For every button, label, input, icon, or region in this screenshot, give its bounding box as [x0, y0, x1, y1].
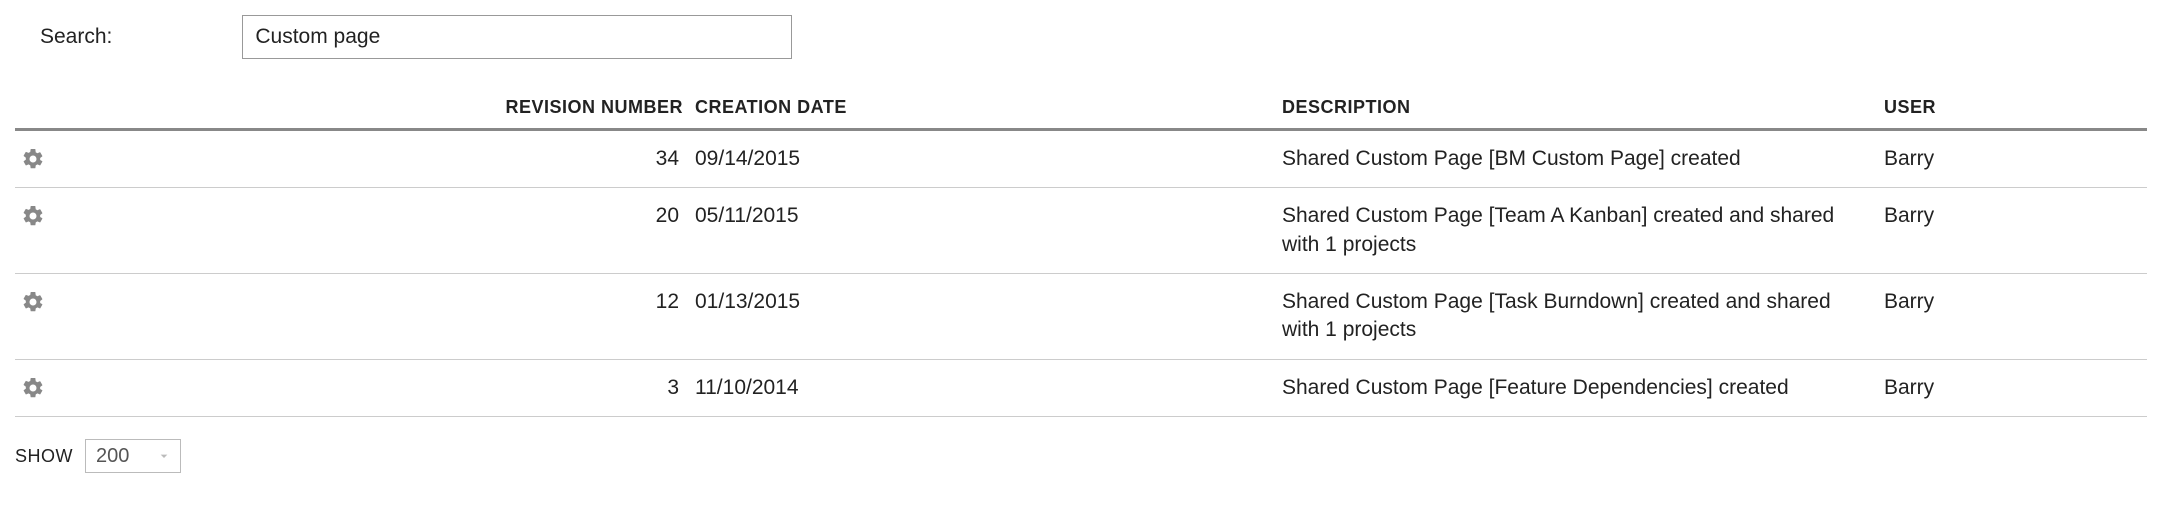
cell-date: 05/11/2015 — [689, 188, 1276, 274]
gear-icon[interactable] — [21, 147, 456, 171]
page-size-value: 200 — [96, 445, 129, 468]
cell-revision: 20 — [462, 188, 689, 274]
table-row: 2005/11/2015Shared Custom Page [Team A K… — [15, 188, 2147, 274]
table-header-row: Revision Number Creation Date Descriptio… — [15, 89, 2147, 130]
table-row: 311/10/2014Shared Custom Page [Feature D… — [15, 359, 2147, 416]
column-header-creation-date[interactable]: Creation Date — [689, 89, 1276, 130]
cell-user: Barry — [1878, 274, 2147, 360]
column-header-revision[interactable]: Revision Number — [462, 89, 689, 130]
cell-description: Shared Custom Page [Team A Kanban] creat… — [1276, 188, 1878, 274]
search-input[interactable] — [242, 15, 792, 59]
cell-date: 01/13/2015 — [689, 274, 1276, 360]
chevron-down-icon — [156, 448, 172, 464]
gear-icon[interactable] — [21, 204, 456, 228]
gear-icon[interactable] — [21, 376, 456, 400]
cell-revision: 12 — [462, 274, 689, 360]
column-header-user[interactable]: User — [1878, 89, 2147, 130]
table-row: 3409/14/2015Shared Custom Page [BM Custo… — [15, 130, 2147, 188]
cell-date: 11/10/2014 — [689, 359, 1276, 416]
search-bar: Search: — [15, 15, 2147, 59]
cell-revision: 34 — [462, 130, 689, 188]
cell-description: Shared Custom Page [Task Burndown] creat… — [1276, 274, 1878, 360]
gear-icon[interactable] — [21, 290, 456, 314]
pager: Show 200 — [15, 439, 2147, 473]
cell-description: Shared Custom Page [Feature Dependencies… — [1276, 359, 1878, 416]
column-header-actions — [15, 89, 462, 130]
table-row: 1201/13/2015Shared Custom Page [Task Bur… — [15, 274, 2147, 360]
revision-table: Revision Number Creation Date Descriptio… — [15, 89, 2147, 417]
page-size-select[interactable]: 200 — [85, 439, 181, 473]
cell-user: Barry — [1878, 130, 2147, 188]
show-label: Show — [15, 446, 73, 467]
cell-description: Shared Custom Page [BM Custom Page] crea… — [1276, 130, 1878, 188]
search-label: Search: — [40, 25, 112, 49]
column-header-description[interactable]: Description — [1276, 89, 1878, 130]
cell-user: Barry — [1878, 188, 2147, 274]
cell-revision: 3 — [462, 359, 689, 416]
cell-user: Barry — [1878, 359, 2147, 416]
cell-date: 09/14/2015 — [689, 130, 1276, 188]
